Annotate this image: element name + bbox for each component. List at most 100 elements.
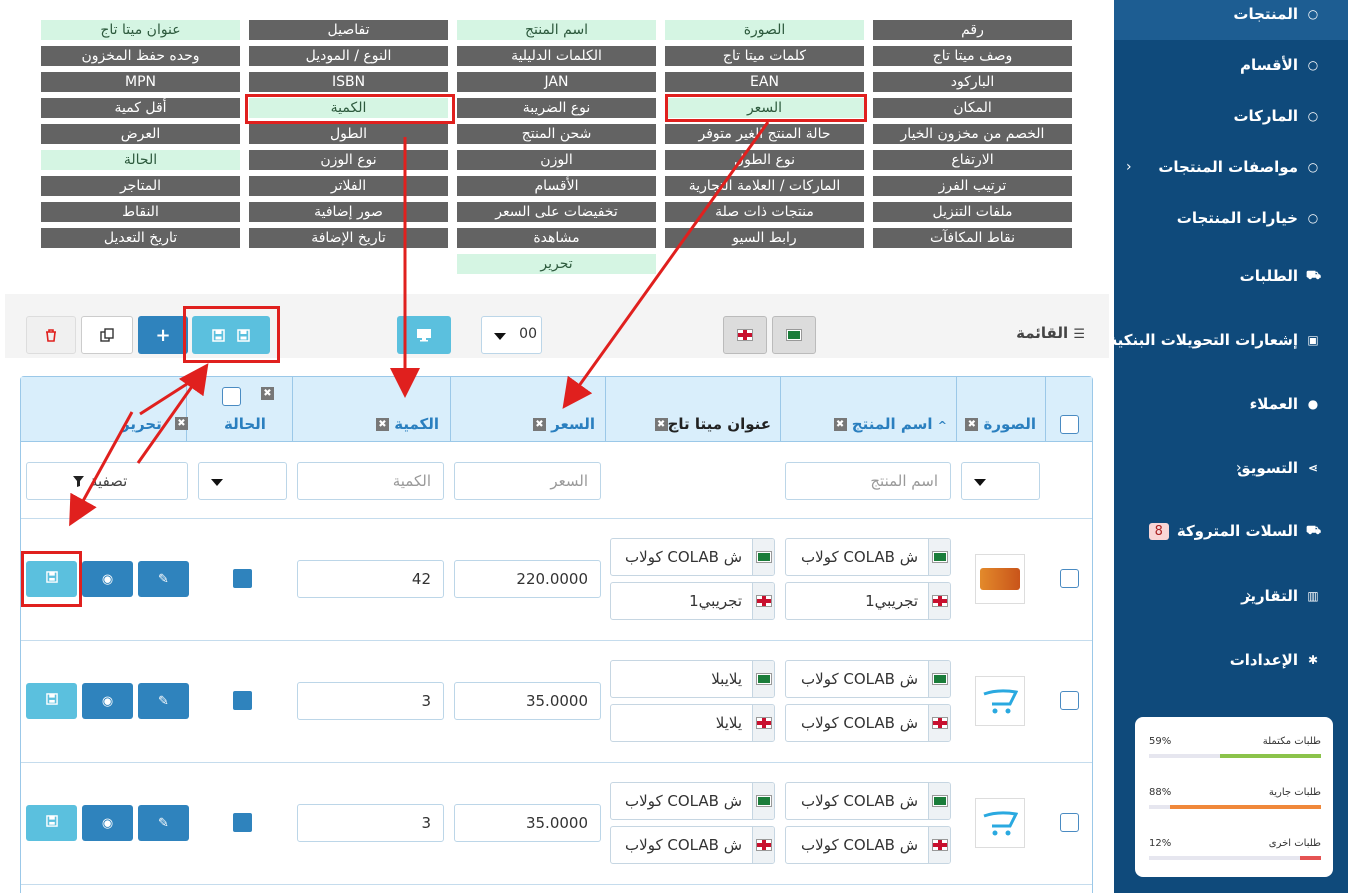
quantity-input[interactable]: 3 (297, 682, 444, 720)
lang-ar-button[interactable] (772, 316, 816, 354)
remove-column-icon[interactable]: ✖ (175, 417, 188, 430)
column-chip[interactable]: شحن المنتج (457, 124, 656, 144)
product-image[interactable] (975, 554, 1025, 604)
column-chip[interactable]: الكلمات الدليلية (457, 46, 656, 66)
quantity-input[interactable]: 42 (297, 560, 444, 598)
name-filter-input[interactable]: اسم المنتج (785, 462, 951, 500)
column-chip[interactable]: الطول (249, 124, 448, 144)
sidebar-item[interactable]: التسويق ⋖ (1237, 459, 1320, 477)
remove-column-icon[interactable]: ✖ (532, 418, 546, 431)
arabic-text-input[interactable]: كولاب COLAB ش (610, 782, 775, 820)
per-page-select[interactable]: 00 (481, 316, 542, 354)
row-checkbox[interactable] (1060, 691, 1079, 710)
filter-button[interactable]: تصفية (26, 462, 188, 500)
header-edit[interactable]: تحرير (21, 415, 169, 433)
arabic-text-input[interactable]: كولاب COLAB ش (785, 660, 951, 698)
remove-column-icon[interactable]: ✖ (261, 387, 274, 400)
column-chip[interactable]: العرض (41, 124, 240, 144)
header-image[interactable]: ✖ الصورة (961, 415, 1036, 433)
edit-button[interactable]: ✎ (138, 683, 189, 719)
sidebar-item[interactable]: مواصفات المنتجات ○ (1158, 158, 1320, 176)
column-chip[interactable]: تخفيضات على السعر (457, 202, 656, 222)
column-chip[interactable]: وحده حفظ المخزون (41, 46, 240, 66)
view-button[interactable]: ◉ (82, 561, 133, 597)
edit-button[interactable]: ✎ (138, 561, 189, 597)
column-chip[interactable]: ترتيب الفرز (873, 176, 1072, 196)
column-chip[interactable]: وصف ميتا تاج (873, 46, 1072, 66)
sidebar-item[interactable]: المنتجات ○ (1233, 5, 1320, 23)
sidebar-item[interactable]: الأقسام ○ (1240, 56, 1320, 74)
column-chip[interactable]: نوع الضريبة (457, 98, 656, 118)
column-chip[interactable]: الماركات / العلامة التجارية (665, 176, 864, 196)
column-chip[interactable]: كلمات ميتا تاج (665, 46, 864, 66)
sidebar-item[interactable]: الماركات ○ (1233, 107, 1320, 125)
column-chip[interactable]: مشاهدة (457, 228, 656, 248)
column-chip[interactable]: تاريخ التعديل (41, 228, 240, 248)
column-chip[interactable]: تحرير (457, 254, 656, 274)
product-image[interactable] (975, 676, 1025, 726)
column-chip[interactable]: الصورة (665, 20, 864, 40)
select-all-checkbox[interactable] (1060, 415, 1079, 434)
english-text-input[interactable]: تجريبي1 (610, 582, 775, 620)
status-checkbox[interactable] (233, 691, 252, 710)
column-chip[interactable]: ملفات التنزيل (873, 202, 1072, 222)
column-chip[interactable]: نقاط المكافآت (873, 228, 1072, 248)
header-quantity[interactable]: ✖ الكمية (372, 415, 439, 433)
column-chip[interactable]: المكان (873, 98, 1072, 118)
column-chip[interactable]: الأقسام (457, 176, 656, 196)
column-chip[interactable]: الوزن (457, 150, 656, 170)
column-chip[interactable]: حالة المنتج الغير متوفر (665, 124, 864, 144)
view-button[interactable]: ◉ (82, 683, 133, 719)
sidebar-item[interactable]: خيارات المنتجات ○ (1177, 209, 1320, 227)
status-filter-select[interactable] (198, 462, 287, 500)
header-status[interactable]: الحالة (224, 415, 266, 433)
column-chip[interactable]: المتاجر (41, 176, 240, 196)
arabic-text-input[interactable]: يلايبلا (610, 660, 775, 698)
row-checkbox[interactable] (1060, 813, 1079, 832)
remove-column-icon[interactable]: ✖ (375, 418, 389, 431)
remove-column-icon[interactable]: ✖ (654, 418, 668, 431)
edit-button[interactable]: ✎ (138, 805, 189, 841)
header-name[interactable]: ✖ اسم المنتج ^ (830, 415, 947, 433)
column-chip[interactable]: الفلاتر (249, 176, 448, 196)
copy-button[interactable] (81, 316, 133, 354)
english-text-input[interactable]: كولاب COLAB ش (785, 826, 951, 864)
save-row-button[interactable] (26, 805, 77, 841)
column-chip[interactable]: نوع الوزن (249, 150, 448, 170)
header-price[interactable]: ✖ السعر (529, 415, 595, 433)
add-button[interactable]: + (138, 316, 188, 354)
column-chip[interactable]: الباركود (873, 72, 1072, 92)
english-text-input[interactable]: تجريبي1 (785, 582, 951, 620)
status-header-checkbox[interactable] (222, 387, 241, 406)
column-chip[interactable]: EAN (665, 72, 864, 92)
english-text-input[interactable]: كولاب COLAB ش (610, 826, 775, 864)
quantity-input[interactable]: 3 (297, 804, 444, 842)
remove-column-icon[interactable]: ✖ (965, 418, 979, 431)
sidebar-item[interactable]: 8 السلات المتروكة ⛟ (1148, 522, 1321, 540)
column-chip[interactable]: عنوان ميتا تاج (41, 20, 240, 40)
sidebar-item[interactable]: التقارير ▥ (1241, 587, 1320, 605)
sidebar-item[interactable]: الإعدادات ✱ (1230, 651, 1320, 669)
column-chip[interactable]: الحالة (41, 150, 240, 170)
column-chip[interactable]: صور إضافية (249, 202, 448, 222)
column-chip[interactable]: النقاط (41, 202, 240, 222)
column-chip[interactable]: ISBN (249, 72, 448, 92)
view-button[interactable]: ◉ (82, 805, 133, 841)
arabic-text-input[interactable]: كولاب COLAB ش (785, 538, 951, 576)
save-row-button[interactable] (26, 683, 77, 719)
sidebar-item[interactable]: العملاء ● (1250, 395, 1320, 413)
column-chip[interactable]: رابط السيو (665, 228, 864, 248)
status-checkbox[interactable] (233, 813, 252, 832)
column-chip[interactable]: منتجات ذات صلة (665, 202, 864, 222)
english-text-input[interactable]: يلايلا (610, 704, 775, 742)
column-chip[interactable]: رقم (873, 20, 1072, 40)
sidebar-item[interactable]: إشعارات التحويلات البنكية ▣ (1109, 331, 1320, 349)
column-chip[interactable]: اسم المنتج (457, 20, 656, 40)
column-chip[interactable]: الخصم من مخزون الخيار (873, 124, 1072, 144)
product-image[interactable] (975, 798, 1025, 848)
column-chip[interactable]: الارتفاع (873, 150, 1072, 170)
column-chip[interactable]: أقل كمية (41, 98, 240, 118)
delete-button[interactable] (26, 316, 76, 354)
header-meta-title[interactable]: ✖ عنوان ميتا تاج (651, 415, 771, 433)
image-filter-select[interactable] (961, 462, 1040, 500)
